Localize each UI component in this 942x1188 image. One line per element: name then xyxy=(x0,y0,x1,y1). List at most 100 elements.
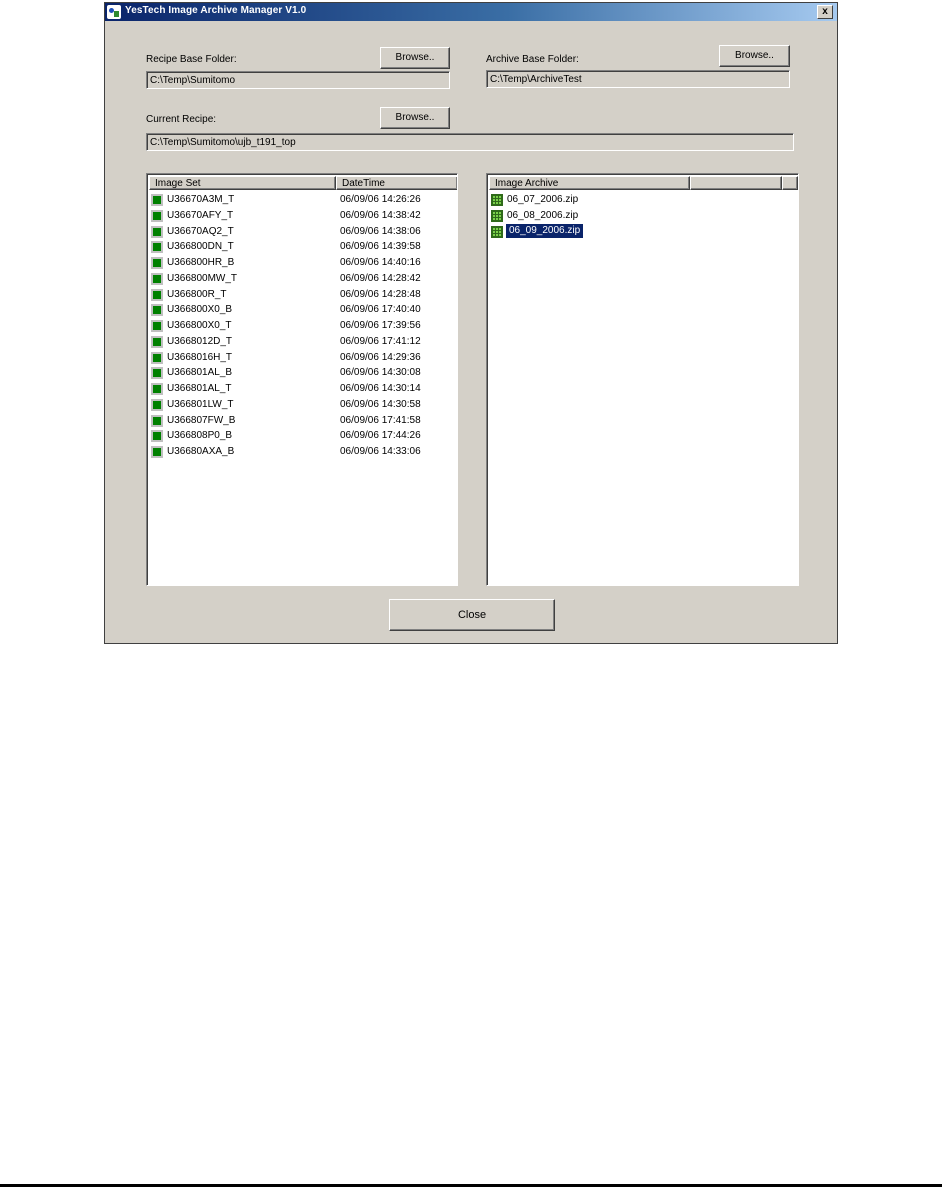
zip-archive-icon xyxy=(491,209,503,222)
image-set-row[interactable]: U366800R_T 06/09/06 14:28:48 xyxy=(150,287,450,302)
image-set-row[interactable]: U36670AQ2_T 06/09/06 14:38:06 xyxy=(150,224,450,239)
image-set-datetime: 06/09/06 14:33:06 xyxy=(340,446,421,457)
image-set-row[interactable]: U366800DN_T 06/09/06 14:39:58 xyxy=(150,239,450,254)
recipe-base-folder-field[interactable]: C:\Temp\Sumitomo xyxy=(146,71,450,89)
image-set-icon xyxy=(151,209,163,222)
current-recipe-label: Current Recipe: xyxy=(146,114,217,125)
archive-name: 06_08_2006.zip xyxy=(507,209,579,221)
column-header-image-archive[interactable]: Image Archive xyxy=(489,176,690,190)
image-set-row[interactable]: U3668016H_T 06/09/06 14:29:36 xyxy=(150,350,450,365)
close-button[interactable]: Close xyxy=(389,599,555,631)
image-set-datetime: 06/09/06 14:29:36 xyxy=(340,351,421,363)
image-set-row[interactable]: U366800MW_T 06/09/06 14:28:42 xyxy=(150,271,450,286)
image-set-name: U36670AFY_T xyxy=(167,209,234,221)
image-set-datetime: 06/09/06 14:28:42 xyxy=(340,272,421,284)
archive-name: 06_07_2006.zip xyxy=(507,194,579,205)
image-set-datetime: 06/09/06 17:44:26 xyxy=(340,430,421,442)
image-set-icon xyxy=(151,335,163,348)
image-set-datetime: 06/09/06 14:40:16 xyxy=(340,257,421,268)
image-set-row[interactable]: U36670A3M_T 06/09/06 14:26:26 xyxy=(150,192,450,207)
image-set-datetime: 06/09/06 14:30:08 xyxy=(340,367,421,379)
image-set-icon xyxy=(151,225,163,238)
archive-row[interactable]: 06_08_2006.zip xyxy=(490,208,790,223)
image-set-name: U366808P0_B xyxy=(167,430,233,442)
image-set-icon xyxy=(151,272,163,285)
image-set-icon xyxy=(151,430,163,443)
image-set-datetime: 06/09/06 17:39:56 xyxy=(340,320,421,331)
image-set-datetime: 06/09/06 17:40:40 xyxy=(340,304,421,316)
image-set-icon xyxy=(151,194,163,206)
image-set-icon xyxy=(151,320,163,332)
current-recipe-browse-button[interactable]: Browse.. xyxy=(380,107,450,129)
image-set-icon xyxy=(151,257,163,269)
recipe-base-browse-button[interactable]: Browse.. xyxy=(380,47,450,69)
image-set-datetime: 06/09/06 17:41:58 xyxy=(340,414,421,426)
image-archive-list-header: Image Archive xyxy=(489,176,798,190)
image-set-datetime: 06/09/06 14:26:26 xyxy=(340,194,421,205)
image-set-row[interactable]: U366808P0_B 06/09/06 17:44:26 xyxy=(150,428,450,443)
image-set-row[interactable]: U36680AXA_B 06/09/06 14:33:06 xyxy=(150,444,450,459)
image-set-datetime: 06/09/06 14:38:42 xyxy=(340,209,421,221)
image-set-name: U366800R_T xyxy=(167,288,227,300)
image-set-name: U36670AQ2_T xyxy=(167,225,234,237)
image-set-icon xyxy=(151,241,163,254)
image-set-name: U366800HR_B xyxy=(167,257,235,268)
image-set-icon xyxy=(151,351,163,364)
archive-manager-window: YesTech Image Archive Manager V1.0 x Rec… xyxy=(104,2,838,644)
image-set-row[interactable]: U36670AFY_T 06/09/06 14:38:42 xyxy=(150,208,450,223)
archive-base-folder-field[interactable]: C:\Temp\ArchiveTest xyxy=(486,70,790,88)
image-set-datetime: 06/09/06 14:30:14 xyxy=(340,383,421,394)
image-set-icon xyxy=(151,367,163,380)
image-set-icon xyxy=(151,398,163,411)
image-set-name: U366800X0_B xyxy=(167,304,233,316)
image-set-datetime: 06/09/06 14:30:58 xyxy=(340,398,421,410)
image-set-name: U366801LW_T xyxy=(167,398,234,410)
image-set-datetime: 06/09/06 14:39:58 xyxy=(340,241,421,253)
image-set-name: U3668012D_T xyxy=(167,335,233,347)
image-set-name: U36680AXA_B xyxy=(167,446,235,457)
archive-row[interactable]: 06_09_2006.zip xyxy=(490,223,790,239)
column-header-datetime[interactable]: DateTime xyxy=(336,176,457,190)
archive-row[interactable]: 06_07_2006.zip xyxy=(490,192,790,207)
image-set-list[interactable]: Image Set DateTime U36670A3M_T 06/09/06 1… xyxy=(146,173,458,586)
image-set-icon xyxy=(151,446,163,458)
image-set-name: U366801AL_B xyxy=(167,367,233,379)
column-header-extra-2[interactable] xyxy=(782,176,798,190)
archive-base-browse-button[interactable]: Browse.. xyxy=(719,45,790,67)
column-header-image-set[interactable]: Image Set xyxy=(149,176,336,190)
page-bottom-rule xyxy=(0,1184,942,1187)
recipe-base-folder-label: Recipe Base Folder: xyxy=(146,54,237,65)
image-set-icon xyxy=(151,383,163,395)
image-set-row[interactable]: U366801AL_B 06/09/06 14:30:08 xyxy=(150,365,450,380)
image-set-row[interactable]: U366801AL_T 06/09/06 14:30:14 xyxy=(150,381,450,396)
image-set-name: U366800DN_T xyxy=(167,241,234,253)
image-set-row[interactable]: U366801LW_T 06/09/06 14:30:58 xyxy=(150,397,450,412)
image-set-name: U366800MW_T xyxy=(167,272,238,284)
archive-name: 06_09_2006.zip xyxy=(506,223,584,238)
image-set-row[interactable]: U366800X0_B 06/09/06 17:40:40 xyxy=(150,302,450,317)
image-archive-list[interactable]: Image Archive 06_07_2006.zip 06_08_2006.z… xyxy=(486,173,799,586)
app-icon xyxy=(107,5,121,19)
zip-archive-icon xyxy=(491,225,503,238)
zip-archive-icon xyxy=(491,194,503,206)
title-bar[interactable]: YesTech Image Archive Manager V1.0 x xyxy=(105,3,837,21)
image-set-row[interactable]: U3668012D_T 06/09/06 17:41:12 xyxy=(150,334,450,349)
image-set-datetime: 06/09/06 17:41:12 xyxy=(340,335,421,347)
window-close-button[interactable]: x xyxy=(817,5,833,19)
image-set-icon xyxy=(151,304,163,317)
current-recipe-field[interactable]: C:\Temp\Sumitomo\ujb_t191_top xyxy=(146,133,794,151)
image-set-list-header: Image Set DateTime xyxy=(149,176,457,190)
image-set-icon xyxy=(151,288,163,301)
image-set-datetime: 06/09/06 14:38:06 xyxy=(340,225,421,237)
archive-base-folder-label: Archive Base Folder: xyxy=(486,54,579,65)
window-title: YesTech Image Archive Manager V1.0 xyxy=(125,5,307,16)
image-set-row[interactable]: U366807FW_B 06/09/06 17:41:58 xyxy=(150,413,450,428)
image-set-name: U366807FW_B xyxy=(167,414,236,426)
image-set-row[interactable]: U366800X0_T 06/09/06 17:39:56 xyxy=(150,318,450,333)
image-set-datetime: 06/09/06 14:28:48 xyxy=(340,288,421,300)
image-set-row[interactable]: U366800HR_B 06/09/06 14:40:16 xyxy=(150,255,450,270)
column-header-extra-1[interactable] xyxy=(690,176,782,190)
image-set-name: U3668016H_T xyxy=(167,351,233,363)
image-set-name: U366801AL_T xyxy=(167,383,232,394)
image-set-name: U36670A3M_T xyxy=(167,194,235,205)
